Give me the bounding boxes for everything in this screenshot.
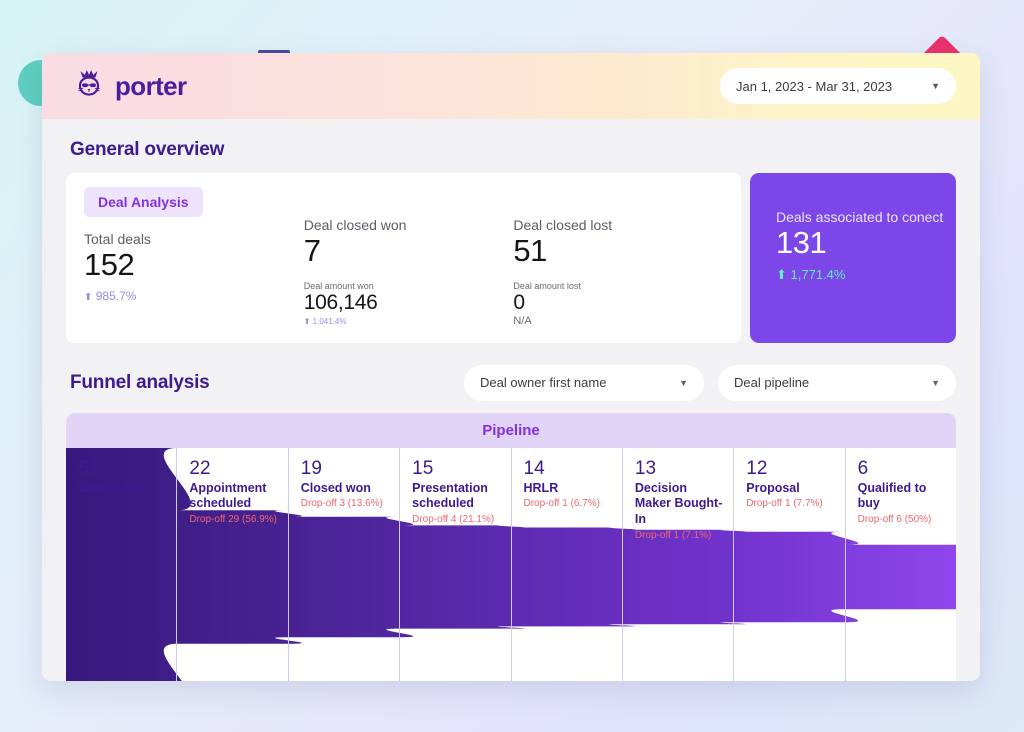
kpi-card-deal-closed-won: Deal closed won 7 Deal amount won 106,14…: [304, 217, 514, 327]
chevron-down-icon: ▼: [679, 377, 688, 388]
date-range-picker[interactable]: Jan 1, 2023 - Mar 31, 2023 ▼: [720, 68, 956, 104]
kpi-white-panel: Deal Analysis Total deals 152 ⬆ 985.7% D…: [66, 173, 741, 343]
chevron-down-icon: ▼: [931, 81, 940, 91]
kpi-value: 131: [776, 225, 827, 260]
funnel-chart-card: Pipeline 51 Closed lost 22 Appointment s…: [66, 412, 956, 681]
kpi-sub-value: 106,146: [303, 290, 378, 314]
chevron-down-icon: ▼: [931, 377, 940, 388]
funnel-shape: [66, 447, 956, 681]
kpi-value: 7: [303, 233, 321, 268]
app-header: porter Jan 1, 2023 - Mar 31, 2023 ▼: [42, 53, 980, 119]
deal-pipeline-filter-value: Deal pipeline: [734, 375, 810, 391]
deal-owner-filter-select[interactable]: Deal owner first name ▼: [464, 364, 704, 401]
date-range-value: Jan 1, 2023 - Mar 31, 2023: [736, 78, 893, 94]
funnel-title: Funnel analysis: [70, 371, 210, 393]
kpi-card-deals-associated: Deals associated to conect 131 ⬆ 1,771.4…: [750, 173, 956, 343]
kpi-delta-value: 985.7%: [95, 288, 137, 303]
kpi-card-deal-closed-lost: Deal closed lost 51 Deal amount lost 0 N…: [513, 217, 723, 327]
dashboard-body: General overview Deal Analysis Total dea…: [42, 139, 980, 681]
pipeline-header: Pipeline: [66, 412, 956, 448]
funnel-header-row: Funnel analysis Deal owner first name ▼ …: [66, 364, 956, 401]
kpi-label: Total deals: [84, 231, 151, 247]
kpi-delta-value: 1,771.4%: [790, 267, 846, 283]
page-title: General overview: [70, 139, 225, 160]
kpi-sub-na: N/A: [513, 314, 532, 327]
brand-wordmark: porter: [115, 70, 187, 101]
kpi-sub-delta: ⬆ 1,041.4%: [304, 317, 506, 326]
kpi-delta: ⬆ 1,771.4%: [776, 267, 956, 283]
deal-pipeline-filter-select[interactable]: Deal pipeline ▼: [718, 364, 956, 401]
up-arrow-icon: ⬆: [776, 267, 787, 283]
kpi-card-total-deals: Deal Analysis Total deals 152 ⬆ 985.7%: [84, 187, 304, 327]
kpi-value: 51: [513, 233, 547, 268]
funnel-chart-area: 51 Closed lost 22 Appointment scheduled …: [66, 447, 956, 681]
kpi-delta: ⬆ 985.7%: [84, 289, 296, 303]
kpi-sub-label: Deal amount lost: [513, 280, 581, 291]
kpi-sub-value: 0: [513, 290, 525, 314]
deal-owner-filter-value: Deal owner first name: [480, 375, 607, 391]
brand-logo: porter: [72, 69, 187, 103]
kpi-label: Deal closed won: [303, 217, 407, 233]
deal-analysis-chip[interactable]: Deal Analysis: [84, 187, 203, 217]
kpi-sub-label: Deal amount won: [303, 280, 374, 291]
kpi-value: 152: [84, 247, 135, 282]
kpi-label: Deal closed lost: [513, 217, 613, 233]
up-arrow-icon: ⬆: [303, 316, 311, 326]
dashboard-window: porter Jan 1, 2023 - Mar 31, 2023 ▼ Gene…: [42, 53, 980, 681]
kpi-label: Deals associated to conect: [776, 209, 944, 225]
kpi-sub-delta-value: 1,041.4%: [312, 316, 347, 326]
kpi-row: Deal Analysis Total deals 152 ⬆ 985.7% D…: [66, 173, 956, 343]
cat-mascot-icon: [78, 70, 100, 96]
up-arrow-icon: ⬆: [84, 291, 93, 303]
